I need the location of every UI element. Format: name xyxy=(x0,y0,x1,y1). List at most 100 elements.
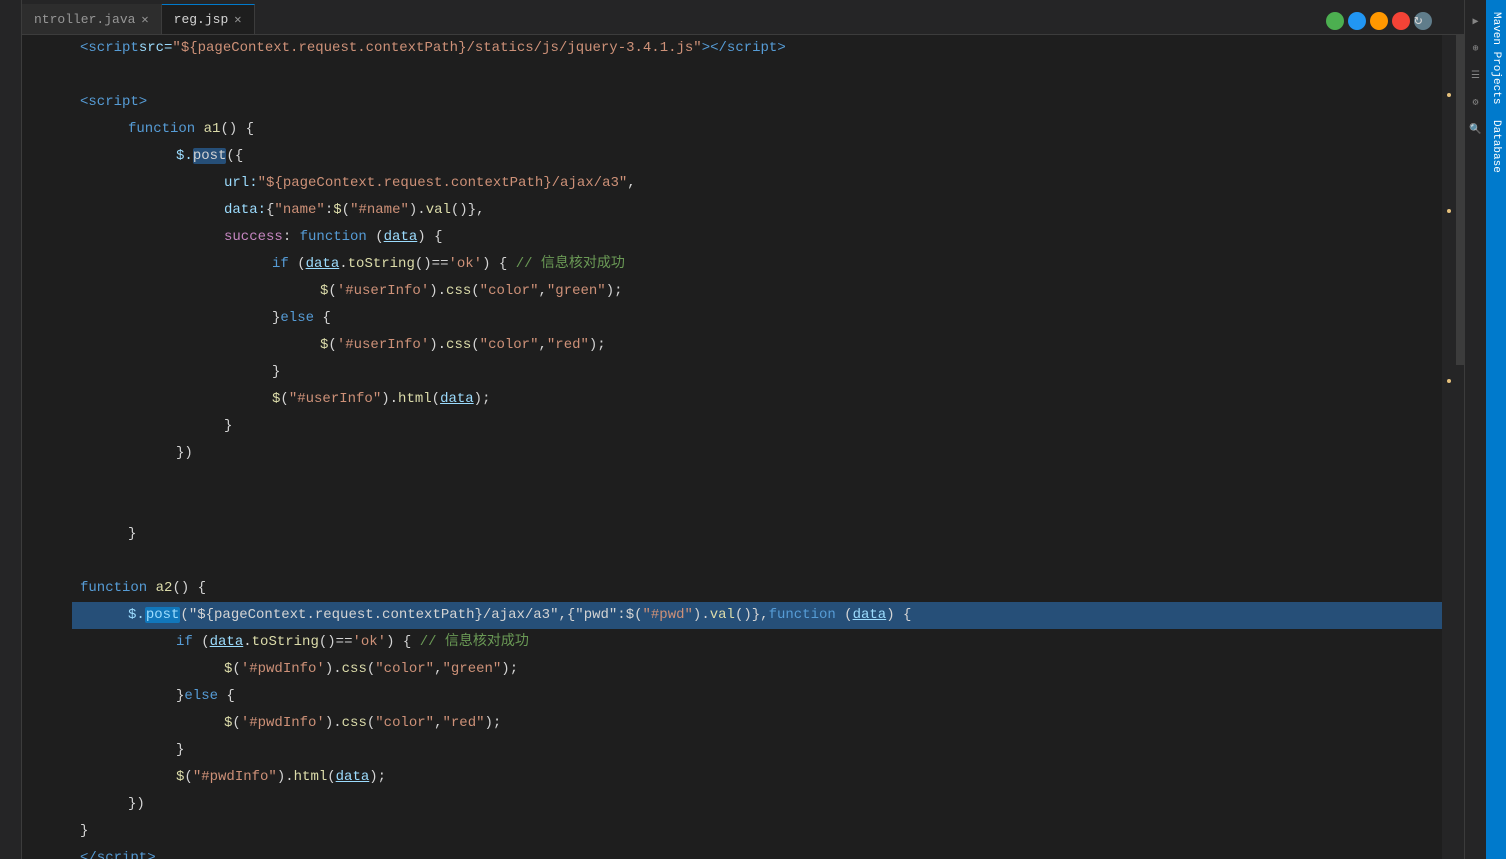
gutter-icon xyxy=(2,0,20,27)
minimap-scrollbar[interactable] xyxy=(1456,35,1464,859)
sidebar-icon[interactable]: 🔍 xyxy=(1465,116,1487,143)
code-line: }else { xyxy=(72,305,1442,332)
code-line: $("#pwdInfo").html(data); xyxy=(72,764,1442,791)
gutter-icon xyxy=(2,378,20,405)
gutter-icon xyxy=(2,270,20,297)
line-num xyxy=(22,656,64,683)
scroll-marker xyxy=(1447,379,1451,383)
left-gutter xyxy=(0,0,22,859)
gutter-icon xyxy=(2,81,20,108)
line-num xyxy=(22,440,64,467)
line-num xyxy=(22,89,64,116)
code-line: $("#userInfo").html(data); xyxy=(72,386,1442,413)
code-line: }) xyxy=(72,791,1442,818)
code-line: url:"${pageContext.request.contextPath}/… xyxy=(72,170,1442,197)
sidebar-icon[interactable]: ▶ xyxy=(1465,8,1487,35)
gutter-icon xyxy=(2,567,20,594)
gutter-icon xyxy=(2,675,20,702)
editor-container: ntroller.java ✕ reg.jsp ✕ ↻ xyxy=(22,0,1464,859)
tab-reg-jsp[interactable]: reg.jsp ✕ xyxy=(162,4,255,34)
line-num xyxy=(22,278,64,305)
gutter-icon xyxy=(2,405,20,432)
line-num xyxy=(22,305,64,332)
gutter-icon xyxy=(2,486,20,513)
line-num xyxy=(22,35,64,62)
line-numbers xyxy=(22,35,72,859)
line-num xyxy=(22,710,64,737)
gutter-icon xyxy=(2,702,20,729)
line-num xyxy=(22,467,64,494)
browser-icon-chrome[interactable] xyxy=(1326,12,1344,30)
code-line: $('#userInfo').css("color","green"); xyxy=(72,278,1442,305)
tab-bar: ntroller.java ✕ reg.jsp ✕ ↻ xyxy=(22,0,1464,35)
line-num xyxy=(22,764,64,791)
line-num xyxy=(22,629,64,656)
code-line: if (data.toString()=='ok') { // 信息核对成功 xyxy=(72,251,1442,278)
line-num xyxy=(22,62,64,89)
code-line: data:{"name":$("#name").val()}, xyxy=(72,197,1442,224)
line-num xyxy=(22,413,64,440)
code-content[interactable]: <script src="${pageContext.request.conte… xyxy=(72,35,1442,859)
line-num xyxy=(22,791,64,818)
gutter-icon xyxy=(2,216,20,243)
code-line: } xyxy=(72,737,1442,764)
tab-close-icon[interactable]: ✕ xyxy=(234,12,241,27)
code-line xyxy=(72,548,1442,575)
gutter-icon xyxy=(2,810,20,837)
browser-icon-safari[interactable] xyxy=(1370,12,1388,30)
gutter-icon xyxy=(2,756,20,783)
sidebar-icon[interactable]: ☰ xyxy=(1465,62,1487,89)
tab-close-icon[interactable]: ✕ xyxy=(141,12,148,27)
gutter-icon xyxy=(2,783,20,810)
browser-icon-firefox[interactable] xyxy=(1348,12,1366,30)
code-line: } xyxy=(72,521,1442,548)
line-num xyxy=(22,197,64,224)
tab-label: ntroller.java xyxy=(34,12,135,27)
code-line: </script> xyxy=(72,845,1442,859)
gutter-icon xyxy=(2,27,20,54)
line-num xyxy=(22,818,64,845)
gutter-icon xyxy=(2,243,20,270)
line-num xyxy=(22,116,64,143)
sidebar-icon[interactable]: ⊕ xyxy=(1465,35,1487,62)
line-num xyxy=(22,683,64,710)
code-line: } xyxy=(72,359,1442,386)
gutter-icon xyxy=(2,135,20,162)
tab-controller-java[interactable]: ntroller.java ✕ xyxy=(22,4,162,34)
code-line-highlighted: $.post("${pageContext.request.contextPat… xyxy=(72,602,1442,629)
sidebar-icon[interactable]: ⚙ xyxy=(1465,89,1487,116)
gutter-icon xyxy=(2,540,20,567)
database-label[interactable]: Database xyxy=(1490,112,1502,181)
line-num xyxy=(22,251,64,278)
code-line xyxy=(72,62,1442,89)
gutter-icon xyxy=(2,351,20,378)
code-line: $.post({ xyxy=(72,143,1442,170)
right-sidebar: ▶ ⊕ ☰ ⚙ 🔍 xyxy=(1464,0,1486,859)
line-num xyxy=(22,602,64,629)
gutter-icon xyxy=(2,648,20,675)
code-line: $('#pwdInfo').css("color","green"); xyxy=(72,656,1442,683)
code-area: <script src="${pageContext.request.conte… xyxy=(22,35,1464,859)
far-right-panel: Maven Projects Database xyxy=(1486,0,1506,859)
line-num xyxy=(22,224,64,251)
code-line: success: function (data) { xyxy=(72,224,1442,251)
minimap-thumb[interactable] xyxy=(1456,35,1464,365)
line-num xyxy=(22,170,64,197)
code-line: }) xyxy=(72,440,1442,467)
browser-icon-refresh[interactable]: ↻ xyxy=(1414,12,1432,30)
gutter-icon xyxy=(2,297,20,324)
browser-icon-opera[interactable] xyxy=(1392,12,1410,30)
maven-projects-label[interactable]: Maven Projects xyxy=(1490,4,1502,112)
code-line: if (data.toString()=='ok') { // 信息核对成功 xyxy=(72,629,1442,656)
gutter-icon xyxy=(2,432,20,459)
code-line: } xyxy=(72,413,1442,440)
gutter-icon xyxy=(2,594,20,621)
code-line xyxy=(72,494,1442,521)
scroll-markers xyxy=(1442,35,1456,859)
code-line: $('#pwdInfo').css("color","red"); xyxy=(72,710,1442,737)
gutter-icon xyxy=(2,108,20,135)
line-num xyxy=(22,359,64,386)
code-line: <script src="${pageContext.request.conte… xyxy=(72,35,1442,62)
line-num xyxy=(22,143,64,170)
code-line: <script> xyxy=(72,89,1442,116)
